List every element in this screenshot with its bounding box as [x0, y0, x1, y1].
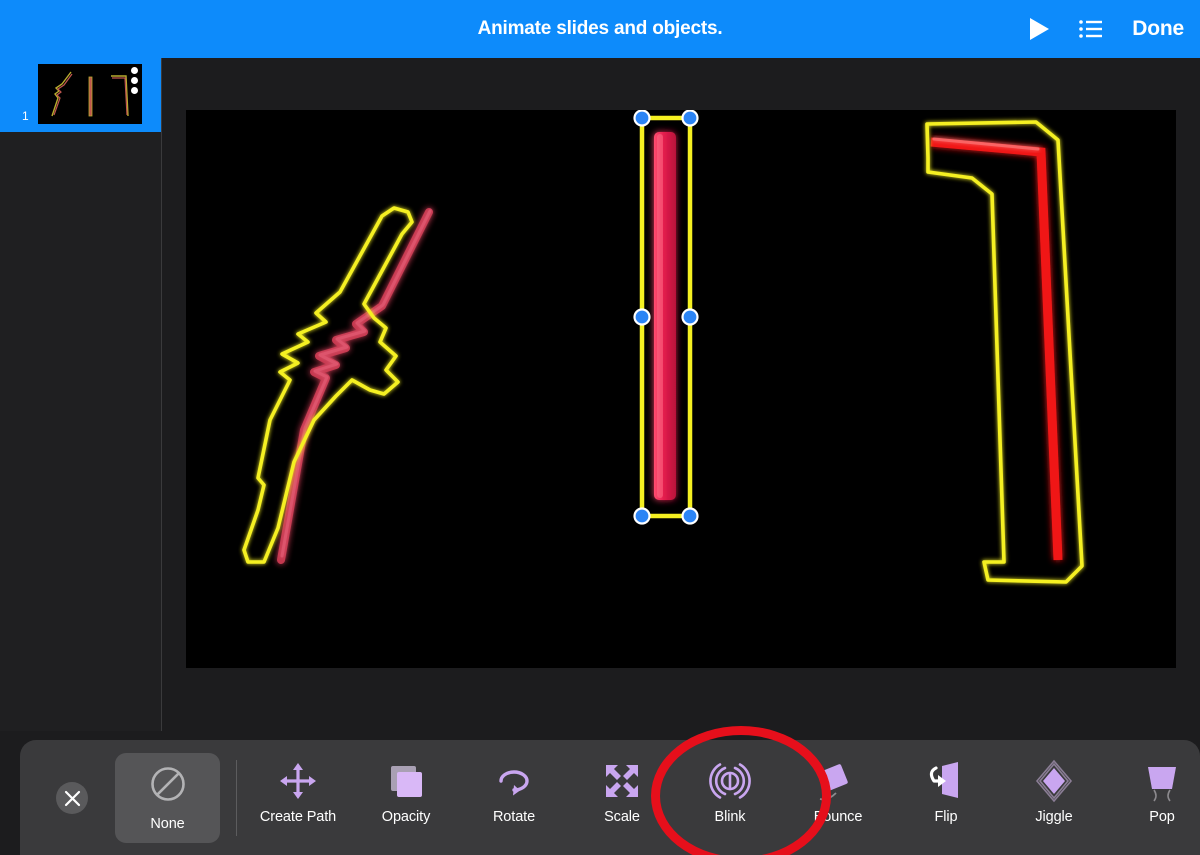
animation-effects-toolbar: None Create Path Opacity Rotate Scale Bl…: [20, 740, 1200, 855]
four-way-arrows-icon: [278, 753, 318, 809]
top-toolbar: Animate slides and objects. Done: [0, 0, 1200, 58]
flip-arrow-icon: [924, 753, 968, 809]
effect-bounce[interactable]: Bounce: [782, 753, 894, 848]
play-icon[interactable]: [1026, 15, 1052, 43]
effect-scale-label: Scale: [604, 809, 640, 825]
header-actions: Done: [1026, 0, 1184, 58]
pop-square-icon: [1139, 753, 1185, 809]
handle-top-left: [633, 110, 651, 127]
effect-jiggle[interactable]: Jiggle: [998, 753, 1110, 848]
effect-rotate-label: Rotate: [492, 809, 536, 825]
page-title: Animate slides and objects.: [477, 18, 723, 39]
effect-none[interactable]: None: [115, 753, 220, 843]
effects-list: Create Path Opacity Rotate Scale Blink B…: [242, 753, 1200, 848]
effect-pop[interactable]: Pop: [1106, 753, 1200, 848]
handle-mid-right: [681, 308, 699, 326]
effect-flip-label: Flip: [934, 809, 958, 825]
effect-create-path-label: Create Path: [259, 809, 337, 825]
close-button[interactable]: [56, 782, 88, 814]
more-dots-icon[interactable]: [131, 67, 138, 94]
handle-bottom-left: [633, 507, 651, 525]
slide-preview: [38, 64, 142, 124]
slide-navigator: 1: [0, 58, 162, 731]
done-button[interactable]: Done: [1130, 17, 1184, 41]
stacked-squares-icon: [386, 753, 426, 809]
bulleted-list-icon[interactable]: [1078, 17, 1104, 41]
slide-thumbnail-1[interactable]: 1: [0, 58, 161, 132]
rotate-arrow-icon: [493, 753, 535, 809]
effect-scale[interactable]: Scale: [566, 753, 678, 848]
effect-bounce-label: Bounce: [813, 809, 863, 825]
straw-object-left: [242, 206, 433, 564]
effect-blink[interactable]: Blink: [674, 753, 786, 848]
effect-pop-label: Pop: [1149, 809, 1175, 825]
effect-none-label: None: [150, 815, 185, 832]
handle-mid-left: [633, 308, 651, 326]
straw-object-right: [925, 120, 1084, 584]
close-icon: [64, 790, 80, 806]
radiating-waves-icon: [708, 753, 752, 809]
slide-canvas[interactable]: [186, 110, 1176, 668]
jiggle-diamond-icon: [1031, 753, 1077, 809]
effect-create-path[interactable]: Create Path: [242, 753, 354, 848]
effect-blink-label: Blink: [714, 809, 746, 825]
handle-bottom-right: [681, 507, 699, 525]
effect-jiggle-label: Jiggle: [1035, 809, 1073, 825]
expand-corners-icon: [602, 753, 642, 809]
handle-top-right: [681, 110, 699, 127]
effect-flip[interactable]: Flip: [890, 753, 1002, 848]
canvas-area: [162, 58, 1200, 731]
effect-opacity-label: Opacity: [381, 809, 431, 825]
slide-number: 1: [22, 109, 29, 123]
effect-opacity[interactable]: Opacity: [350, 753, 462, 848]
toolbar-divider: [236, 760, 237, 836]
effect-rotate[interactable]: Rotate: [458, 753, 570, 848]
bouncing-square-icon: [814, 753, 862, 809]
keynote-animation-screen: Animate slides and objects. Done 1 None …: [0, 0, 1200, 855]
no-effect-icon: [149, 765, 187, 808]
